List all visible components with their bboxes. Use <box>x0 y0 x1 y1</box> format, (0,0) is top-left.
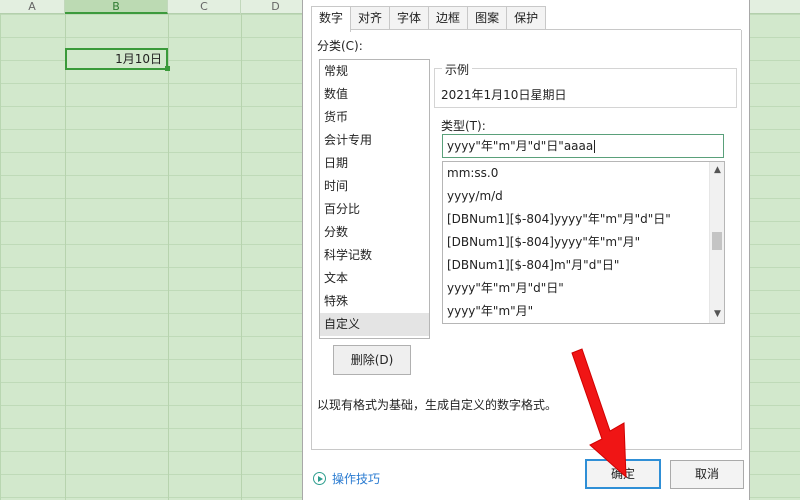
scroll-down-icon[interactable]: ▼ <box>710 307 724 322</box>
type-label: 类型(T): <box>441 119 486 133</box>
fill-handle[interactable] <box>165 66 170 71</box>
category-item-time[interactable]: 时间 <box>320 175 429 198</box>
scrollbar-thumb[interactable] <box>712 232 722 250</box>
cancel-button[interactable]: 取消 <box>670 460 744 489</box>
column-header-c[interactable]: C <box>168 0 241 14</box>
category-item-percentage[interactable]: 百分比 <box>320 198 429 221</box>
scroll-up-icon[interactable]: ▲ <box>710 163 724 178</box>
category-list[interactable]: 常规 数值 货币 会计专用 日期 时间 百分比 分数 科学记数 文本 特殊 自定… <box>319 59 430 339</box>
column-header-b[interactable]: B <box>65 0 168 14</box>
format-item[interactable]: yyyy"年"m"月"d"日" <box>443 277 724 300</box>
format-item[interactable]: [DBNum1][$-804]yyyy"年"m"月"d"日" <box>443 208 724 231</box>
tab-alignment[interactable]: 对齐 <box>350 6 391 30</box>
category-item-scientific[interactable]: 科学记数 <box>320 244 429 267</box>
category-item-currency[interactable]: 货币 <box>320 106 429 129</box>
selected-cell[interactable]: 1月10日 <box>65 48 168 70</box>
format-item[interactable]: yyyy/m/d <box>443 185 724 208</box>
category-item-date[interactable]: 日期 <box>320 152 429 175</box>
category-item-custom[interactable]: 自定义 <box>320 313 429 336</box>
tab-protection[interactable]: 保护 <box>506 6 547 30</box>
column-header-d[interactable]: D <box>241 0 311 14</box>
play-circle-icon <box>313 472 326 485</box>
category-item-fraction[interactable]: 分数 <box>320 221 429 244</box>
format-item[interactable]: yyyy"年"m"月" <box>443 300 724 323</box>
dialog-tabs: 数字 对齐 字体 边框 图案 保护 <box>311 6 547 32</box>
format-item[interactable]: [DBNum1][$-804]yyyy"年"m"月" <box>443 231 724 254</box>
sample-label: 示例 <box>442 61 473 78</box>
grid-line <box>168 0 169 500</box>
column-header-a[interactable]: A <box>0 0 65 14</box>
grid-line <box>65 0 66 500</box>
tips-link[interactable]: 操作技巧 <box>313 470 380 487</box>
type-input-value: yyyy"年"m"月"d"日"aaaa <box>447 139 594 153</box>
format-item[interactable]: [DBNum1][$-804]m"月"d"日" <box>443 254 724 277</box>
tab-font[interactable]: 字体 <box>389 6 430 30</box>
ok-button[interactable]: 确定 <box>585 459 661 489</box>
format-item[interactable]: mm:ss.0 <box>443 162 724 185</box>
format-cells-dialog: 数字 对齐 字体 边框 图案 保护 分类(C): 常规 数值 货币 会计专用 日… <box>302 0 750 500</box>
category-item-number[interactable]: 数值 <box>320 83 429 106</box>
category-item-text[interactable]: 文本 <box>320 267 429 290</box>
tab-border[interactable]: 边框 <box>428 6 469 30</box>
category-item-accounting[interactable]: 会计专用 <box>320 129 429 152</box>
format-list[interactable]: mm:ss.0 yyyy/m/d [DBNum1][$-804]yyyy"年"m… <box>442 161 725 324</box>
tips-link-label: 操作技巧 <box>332 472 381 486</box>
category-item-special[interactable]: 特殊 <box>320 290 429 313</box>
type-input[interactable]: yyyy"年"m"月"d"日"aaaa <box>442 134 724 158</box>
tab-pattern[interactable]: 图案 <box>467 6 508 30</box>
delete-button[interactable]: 删除(D) <box>333 345 411 375</box>
text-caret <box>594 140 596 153</box>
custom-format-hint: 以现有格式为基础，生成自定义的数字格式。 <box>317 398 558 412</box>
sample-value: 2021年1月10日星期日 <box>441 88 567 102</box>
format-list-scrollbar[interactable]: ▲ ▼ <box>709 162 724 323</box>
category-item-general[interactable]: 常规 <box>320 60 429 83</box>
category-label: 分类(C): <box>317 39 363 53</box>
grid-line <box>241 0 242 500</box>
tab-number[interactable]: 数字 <box>311 6 352 32</box>
